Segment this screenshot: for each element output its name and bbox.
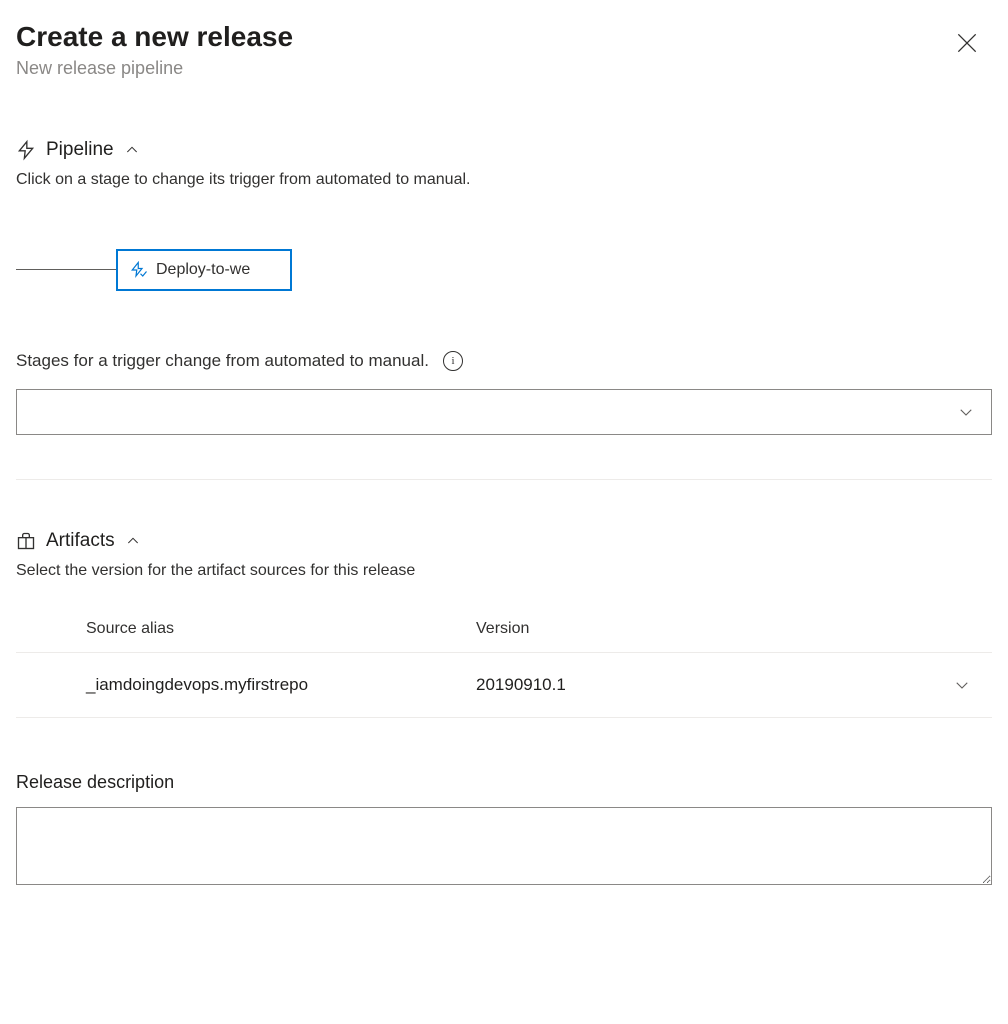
artifacts-icon [16,530,36,552]
release-description-label: Release description [16,772,992,793]
page-subtitle: New release pipeline [16,58,293,79]
stage-label: Deploy-to-we [156,261,250,279]
pipeline-connector-line [16,269,116,270]
chevron-down-icon [957,403,975,421]
artifacts-header-row: Source alias Version [16,620,992,653]
artifacts-cell-alias: _iamdoingdevops.myfirstrepo [86,675,476,695]
pipeline-section-title: Pipeline [46,139,114,161]
release-description-input[interactable] [16,807,992,885]
info-icon[interactable]: i [443,351,463,371]
close-button[interactable] [950,26,984,63]
artifacts-header-version: Version [476,620,932,638]
artifacts-section-title: Artifacts [46,530,115,552]
lightning-icon [16,139,36,161]
stage-box-deploy[interactable]: Deploy-to-we [116,249,292,291]
stages-trigger-dropdown[interactable] [16,389,992,435]
chevron-up-icon [125,533,141,549]
page-title: Create a new release [16,20,293,54]
section-divider [16,479,992,480]
lightning-check-icon [130,261,148,279]
artifacts-description: Select the version for the artifact sour… [16,562,992,580]
artifacts-section-header[interactable]: Artifacts [16,530,992,552]
pipeline-section-header[interactable]: Pipeline [16,139,992,161]
close-icon [954,30,980,56]
artifacts-cell-version: 20190910.1 [476,675,932,695]
chevron-down-icon [953,676,971,694]
pipeline-description: Click on a stage to change its trigger f… [16,171,992,189]
artifacts-header-alias: Source alias [86,620,476,638]
chevron-up-icon [124,142,140,158]
artifacts-table: Source alias Version _iamdoingdevops.myf… [16,620,992,718]
pipeline-diagram: Deploy-to-we [16,249,992,291]
artifacts-row[interactable]: _iamdoingdevops.myfirstrepo 20190910.1 [16,653,992,718]
stages-trigger-label: Stages for a trigger change from automat… [16,351,429,371]
